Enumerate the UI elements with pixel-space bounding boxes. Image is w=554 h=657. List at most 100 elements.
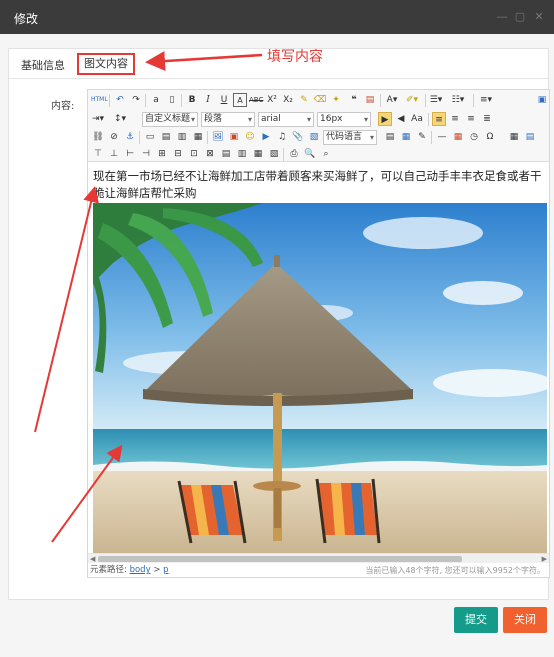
insert-image-icon[interactable]: 🖼: [211, 130, 225, 144]
undo-icon[interactable]: ↶: [113, 93, 127, 107]
align-justify-icon[interactable]: ≣: [480, 112, 494, 126]
emotion-icon[interactable]: ☺: [243, 130, 257, 144]
video-icon[interactable]: ▶: [259, 130, 273, 144]
superscript-icon[interactable]: X²: [265, 93, 279, 107]
strikethrough-icon[interactable]: ABC: [249, 93, 263, 107]
scrawl-icon[interactable]: ✎: [415, 130, 429, 144]
delete-col-icon[interactable]: ⊣: [139, 147, 153, 161]
split-cells-icon[interactable]: ⊠: [203, 147, 217, 161]
fullscreen-icon[interactable]: ▣: [535, 93, 549, 107]
eraser-icon[interactable]: ⌫: [313, 93, 327, 107]
char-count: 当前已输入48个字符, 您还可以输入9952个字符。: [365, 566, 545, 575]
ltr-direction-icon[interactable]: ▶: [378, 112, 392, 126]
print-icon[interactable]: ⎙: [287, 147, 301, 161]
bold-icon[interactable]: B: [185, 93, 199, 107]
close-button[interactable]: 关闭: [503, 607, 547, 633]
split-rows-icon[interactable]: ▤: [219, 147, 233, 161]
minimize-icon[interactable]: —: [496, 11, 508, 23]
line-height-icon[interactable]: ≡▾: [479, 93, 493, 107]
scroll-left-icon[interactable]: ◀: [90, 554, 95, 564]
unordered-list-icon[interactable]: ☷▾: [451, 93, 465, 107]
merge-right-icon[interactable]: ⊟: [171, 147, 185, 161]
html-source-icon[interactable]: HTML: [91, 93, 108, 107]
editor-content-area[interactable]: 现在第一市场已经不让海鲜加工店带着顾客来买海鲜了，可以自己动手丰丰衣足食或者干脆…: [88, 163, 549, 553]
special-char-icon[interactable]: Ω: [483, 130, 497, 144]
image-float-left-icon[interactable]: ▤: [159, 130, 173, 144]
music-icon[interactable]: ♫: [275, 130, 289, 144]
format-match-icon[interactable]: ✎: [297, 93, 311, 107]
element-path-p[interactable]: p: [163, 565, 168, 575]
paste-plain-icon[interactable]: ▤: [363, 93, 377, 107]
redo-icon[interactable]: ↷: [129, 93, 143, 107]
new-document-icon[interactable]: ▯: [165, 93, 179, 107]
anchor-icon[interactable]: ⚓: [123, 130, 137, 144]
unlink-icon[interactable]: ⊘: [107, 130, 121, 144]
font-color-icon[interactable]: A▾: [385, 93, 399, 107]
cell-props-icon[interactable]: ▧: [267, 147, 281, 161]
font-family-select[interactable]: arial: [258, 112, 314, 127]
align-right-icon[interactable]: ≡: [464, 112, 478, 126]
italic-icon[interactable]: I: [201, 93, 215, 107]
merge-down-icon[interactable]: ⊡: [187, 147, 201, 161]
horizontal-rule-icon[interactable]: —: [435, 130, 449, 144]
paste-text-icon[interactable]: a: [149, 93, 163, 107]
font-border-icon[interactable]: A: [233, 93, 247, 107]
rich-text-editor: HTML ↶ ↷ a ▯ B I U A ABC X² X₂ ✎ ⌫ ✦ ❝ ▤: [87, 89, 550, 578]
beach-umbrella-image[interactable]: [93, 203, 547, 553]
element-path-body[interactable]: body: [130, 565, 151, 575]
multi-image-icon[interactable]: ▣: [227, 130, 241, 144]
element-path: 元素路径: body > p: [90, 564, 169, 577]
ordered-list-icon[interactable]: ☰▾: [429, 93, 443, 107]
time-icon[interactable]: ◷: [467, 130, 481, 144]
background-icon[interactable]: ▦: [399, 130, 413, 144]
subscript-icon[interactable]: X₂: [281, 93, 295, 107]
search-replace-icon[interactable]: ⌕: [319, 147, 333, 161]
tab-basic-info[interactable]: 基础信息: [21, 57, 65, 73]
rtl-direction-icon[interactable]: ◀: [394, 112, 408, 126]
blockquote-icon[interactable]: ❝: [347, 93, 361, 107]
editor-hscrollbar[interactable]: ◀ ▶: [88, 553, 549, 563]
row-spacing-icon[interactable]: ↕▾: [113, 112, 127, 126]
underline-icon[interactable]: U: [217, 93, 231, 107]
tab-rich-content[interactable]: 图文内容: [77, 53, 135, 75]
image-float-none-icon[interactable]: ▭: [143, 130, 157, 144]
image-float-right-icon[interactable]: ▥: [175, 130, 189, 144]
toolbar-row-4: ⊤ ⊥ ⊢ ⊣ ⊞ ⊟ ⊡ ⊠ ▤ ▥ ▦ ▧ ⎙ 🔍 ⌕: [91, 146, 549, 164]
auto-typeset-icon[interactable]: ✦: [329, 93, 343, 107]
insert-col-icon[interactable]: ⊢: [123, 147, 137, 161]
insert-row-icon[interactable]: ⊤: [91, 147, 105, 161]
maximize-icon[interactable]: ▢: [514, 11, 526, 23]
paragraph-format-select[interactable]: 自定义标题: [142, 112, 198, 127]
delete-row-icon[interactable]: ⊥: [107, 147, 121, 161]
scroll-right-icon[interactable]: ▶: [542, 554, 547, 564]
beach-chair-right: [315, 478, 381, 544]
form-panel: 基础信息 图文内容 内容: HTML ↶ ↷ a ▯ B I U A ABC X…: [8, 48, 550, 600]
case-convert-icon[interactable]: Aa: [410, 112, 424, 126]
preview-icon[interactable]: 🔍: [303, 147, 317, 161]
align-center-icon[interactable]: ≡: [448, 112, 462, 126]
hscrollbar-thumb[interactable]: [98, 556, 462, 562]
date-icon[interactable]: ▦: [451, 130, 465, 144]
editor-text[interactable]: 现在第一市场已经不让海鲜加工店带着顾客来买海鲜了，可以自己动手丰丰衣足食或者干脆…: [93, 168, 545, 202]
merge-cells-icon[interactable]: ⊞: [155, 147, 169, 161]
font-size-select[interactable]: 16px: [317, 112, 371, 127]
insert-table-icon[interactable]: ▦: [507, 130, 521, 144]
content-label: 内容:: [51, 101, 75, 112]
indent-icon[interactable]: ⇥▾: [91, 112, 105, 126]
map-icon[interactable]: ▧: [307, 130, 321, 144]
paragraph-select[interactable]: 段落: [201, 112, 255, 127]
align-left-icon[interactable]: ≡: [432, 112, 446, 126]
element-path-label: 元素路径:: [90, 565, 127, 575]
background-color-icon[interactable]: ✐▾: [405, 93, 419, 107]
submit-button[interactable]: 提交: [454, 607, 498, 633]
table-props-icon[interactable]: ▦: [251, 147, 265, 161]
image-center-icon[interactable]: ▦: [191, 130, 205, 144]
template-icon[interactable]: ▤: [383, 130, 397, 144]
table-delete-icon[interactable]: ▤: [523, 130, 537, 144]
close-icon[interactable]: ✕: [533, 11, 545, 23]
code-language-select[interactable]: 代码语言: [323, 130, 377, 145]
link-icon[interactable]: ⛓: [91, 130, 105, 144]
split-cols-icon[interactable]: ▥: [235, 147, 249, 161]
attachment-icon[interactable]: 📎: [291, 130, 305, 144]
annotation-label: 填写内容: [267, 49, 323, 65]
